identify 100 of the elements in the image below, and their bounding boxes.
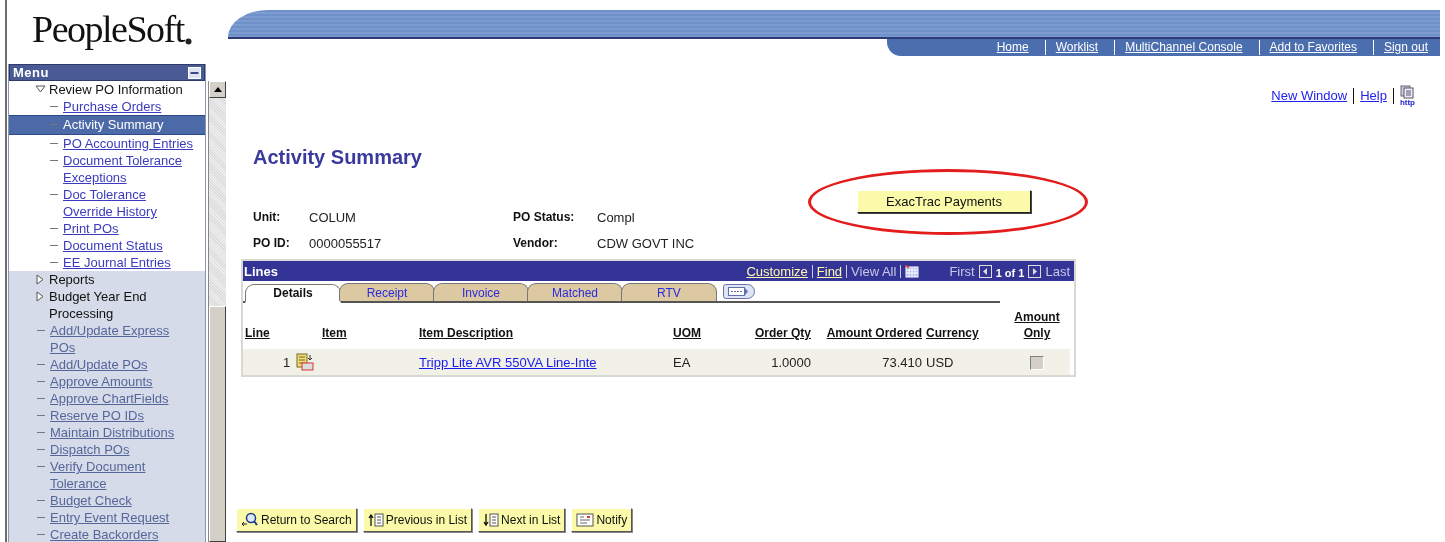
menu-link[interactable]: Purchase Orders — [63, 98, 162, 115]
menu-link[interactable]: Document Tolerance Exceptions — [63, 152, 194, 186]
page-title: Activity Summary — [253, 145, 423, 169]
header-link[interactable]: Sign out — [1372, 40, 1436, 55]
header-link[interactable]: Home — [996, 40, 1037, 55]
menu-link[interactable]: Verify Document Tolerance — [50, 458, 189, 492]
tree-dash-icon — [37, 381, 45, 382]
column-header[interactable]: Line — [243, 305, 320, 349]
toolbar-button[interactable]: Previous in List — [362, 508, 473, 532]
tree-dash-icon — [50, 228, 58, 229]
page-link[interactable]: Help — [1360, 88, 1394, 104]
search-icon — [241, 512, 259, 528]
column-header[interactable]: Currency — [924, 305, 1004, 349]
toolbar-button[interactable]: Return to Search — [236, 508, 357, 532]
menu-title: Menu — [13, 65, 49, 80]
table-cell: USD — [926, 354, 954, 370]
tree-dash-icon — [37, 534, 45, 535]
tree-dash-icon — [37, 415, 45, 416]
exactrac-payments-button[interactable]: ExacTrac Payments — [857, 190, 1031, 213]
header-link[interactable]: Add to Favorites — [1258, 40, 1365, 55]
field-value: CDW GOVT INC — [597, 235, 696, 251]
grid-tab[interactable]: Details — [245, 284, 341, 303]
header-link[interactable]: MultiChannel Console — [1114, 40, 1251, 55]
column-header[interactable]: Item Description — [417, 305, 671, 349]
grid-tab[interactable]: Invoice — [433, 283, 529, 301]
menu-link[interactable]: Maintain Distributions — [50, 424, 175, 441]
grid-tab[interactable]: Matched — [527, 283, 623, 301]
tree-dash-icon — [37, 398, 45, 399]
grid-tab[interactable]: Receipt — [339, 283, 435, 301]
menu-folder[interactable]: Review PO Information — [49, 81, 183, 98]
column-header[interactable]: UOM — [671, 305, 741, 349]
menu-link[interactable]: Approve ChartFields — [50, 390, 169, 407]
menu-link[interactable]: Doc Tolerance Override History — [63, 186, 194, 220]
menu-link[interactable]: Document Status — [63, 237, 163, 254]
tree-dash-icon — [37, 500, 45, 501]
field-label: PO ID: — [253, 236, 291, 250]
document-icon[interactable] — [296, 353, 315, 371]
menu-link[interactable]: Create Backorders — [50, 526, 159, 542]
tree-dash-icon — [37, 364, 45, 365]
tree-dash-icon — [37, 432, 45, 433]
grid-nav-link[interactable]: Find — [816, 264, 848, 278]
table-cell: EA — [673, 354, 691, 370]
field-label: Vendor: — [513, 236, 559, 250]
field-value: 0000055517 — [309, 235, 383, 251]
menu-link[interactable]: Entry Event Request — [50, 509, 170, 526]
tree-dash-icon — [50, 194, 58, 195]
tree-dash-icon — [37, 330, 45, 331]
collapse-icon[interactable] — [188, 66, 201, 79]
menu-link[interactable]: EE Journal Entries — [63, 254, 171, 271]
grid-view-icon[interactable] — [905, 264, 920, 278]
field-label: Unit: — [253, 210, 282, 224]
menu-link[interactable]: Budget Check — [50, 492, 132, 509]
field-label: PO Status: — [513, 210, 576, 224]
grid-title: Lines — [244, 263, 278, 279]
down-arrow-list-icon — [483, 512, 500, 528]
grid-tab[interactable]: RTV — [621, 283, 717, 301]
up-arrow-icon — [213, 87, 222, 92]
show-all-columns-icon[interactable] — [723, 284, 755, 299]
column-header[interactable]: Amount Only — [1004, 305, 1070, 349]
menu-folder[interactable]: Budget Year End Processing — [49, 288, 199, 322]
tree-dash-icon — [37, 517, 45, 518]
header-link[interactable]: Worklist — [1044, 40, 1107, 55]
scrollbar-thumb[interactable] — [209, 306, 226, 542]
registered-mark-icon — [184, 37, 192, 45]
field-value: COLUM — [309, 209, 357, 225]
collapsed-triangle-icon[interactable] — [35, 271, 46, 288]
table-cell: 73.410 — [882, 354, 922, 370]
toolbar-button[interactable]: Notify — [571, 508, 633, 532]
table-cell: 1 — [283, 354, 291, 370]
collapsed-triangle-icon[interactable] — [35, 288, 46, 305]
scroll-up-button[interactable] — [209, 81, 226, 98]
menu-link[interactable]: Add/Update Express POs — [50, 322, 189, 356]
menu-folder[interactable]: Reports — [49, 271, 95, 288]
field-value: Compl — [597, 209, 636, 225]
menu-link[interactable]: Reserve PO IDs — [50, 407, 144, 424]
up-arrow-list-icon — [367, 512, 384, 528]
tree-dash-icon — [50, 160, 58, 161]
tree-dash-icon — [50, 245, 58, 246]
row-counter: 1 of 1 — [995, 266, 1025, 279]
menu-link[interactable]: Dispatch POs — [50, 441, 130, 458]
scrollbar-track[interactable] — [208, 81, 226, 542]
message-icon — [576, 513, 595, 527]
tree-dash-icon — [50, 262, 58, 263]
menu-link[interactable]: Print POs — [63, 220, 119, 237]
logo: PeopleSoft — [32, 7, 184, 51]
menu-link[interactable]: Add/Update POs — [50, 356, 148, 373]
table-cell: 1.0000 — [771, 354, 811, 370]
grid-nav-link[interactable]: Customize — [746, 264, 813, 278]
column-header[interactable]: Item — [320, 305, 417, 349]
tree-dash-icon — [37, 449, 45, 450]
page-link[interactable]: New Window — [1271, 88, 1355, 104]
column-header[interactable]: Amount Ordered — [813, 305, 924, 349]
tree-dash-icon — [50, 143, 58, 144]
tree-dash-icon — [50, 106, 58, 107]
tree-dash-icon — [50, 124, 58, 125]
column-header[interactable]: Order Qty — [741, 305, 813, 349]
toolbar-button[interactable]: Next in List — [478, 508, 566, 532]
http-link[interactable]: http — [1399, 85, 1415, 107]
menu-link[interactable]: PO Accounting Entries — [63, 135, 194, 152]
menu-link[interactable]: Approve Amounts — [50, 373, 153, 390]
